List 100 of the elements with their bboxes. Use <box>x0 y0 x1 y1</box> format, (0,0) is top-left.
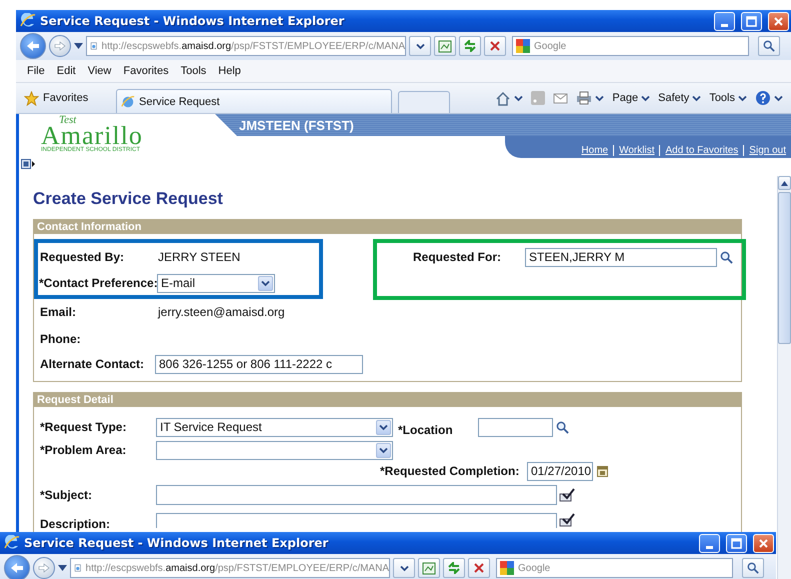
field-label: Description: <box>40 517 112 531</box>
user-name: JMSTEEN (FSTST) <box>239 118 354 132</box>
calendar-icon <box>597 465 608 477</box>
back-button[interactable] <box>20 33 46 59</box>
arrow-left-icon <box>10 562 24 574</box>
contact-preference-select[interactable]: E-mail <box>157 274 275 292</box>
star-icon <box>24 90 39 106</box>
home-icon <box>495 90 512 106</box>
alternate-contact-field[interactable]: 806 326-1255 or 806 111-2222 c <box>155 354 363 374</box>
compatibility-view-button[interactable] <box>418 558 440 578</box>
window-title: Service Request - Windows Internet Explorer <box>24 536 330 550</box>
field-label: Requested For: <box>413 250 502 264</box>
scroll-up-icon <box>781 180 788 186</box>
maximize-icon <box>746 16 757 26</box>
search-icon <box>763 40 775 52</box>
history-dropdown-button[interactable] <box>58 565 67 571</box>
menu-toggle-icon <box>21 159 35 169</box>
calendar-button[interactable] <box>597 465 608 477</box>
field-label: Alternate Contact: <box>40 357 146 371</box>
command-menu[interactable]: Tools <box>709 92 747 104</box>
browser-logo-icon <box>121 94 135 108</box>
maximize-button[interactable] <box>741 12 762 30</box>
refresh-button[interactable] <box>459 36 481 56</box>
back-button[interactable] <box>4 555 30 579</box>
caret-icon <box>379 424 388 430</box>
menu-item[interactable]: Tools <box>176 63 212 79</box>
history-dropdown-button[interactable] <box>74 43 83 49</box>
arrow-right-icon <box>54 41 66 51</box>
problem-area-select[interactable] <box>156 440 393 460</box>
compatibility-view-button[interactable] <box>434 36 456 56</box>
maximize-button[interactable] <box>726 534 747 552</box>
address-dropdown-button[interactable] <box>393 558 415 578</box>
search-button[interactable] <box>758 36 780 56</box>
close-button[interactable] <box>753 534 774 552</box>
refresh-icon <box>463 40 477 52</box>
page-chart-icon <box>438 40 452 52</box>
stop-button[interactable] <box>468 558 490 578</box>
minimize-icon <box>721 24 728 26</box>
search-field[interactable]: Google <box>496 558 733 578</box>
field-label: *Location <box>398 423 454 437</box>
stop-button[interactable] <box>484 36 506 56</box>
section-title: Request Detail <box>34 393 741 407</box>
field-label: *Subject: <box>40 488 94 502</box>
spell-check-button[interactable] <box>559 513 575 527</box>
search-button[interactable] <box>742 558 764 578</box>
home-button[interactable] <box>495 90 524 106</box>
field-label: Requested By: <box>40 250 126 264</box>
nav-link[interactable]: Add to Favorites <box>659 144 744 156</box>
scrollbar[interactable] <box>777 176 791 579</box>
nav-link[interactable]: Worklist <box>613 144 660 156</box>
minimize-button[interactable] <box>714 12 735 30</box>
location-field[interactable] <box>478 418 553 436</box>
caret-icon <box>595 94 604 102</box>
menu-item[interactable]: Edit <box>52 63 81 79</box>
printer-icon <box>576 91 592 105</box>
field-label: *Request Type: <box>40 420 128 434</box>
caret-icon <box>416 42 424 50</box>
menu-item[interactable]: Help <box>213 63 246 79</box>
address-field[interactable]: http://escpswebfs.amaisd.org/psp/FSTST/EMPLOYEE/ERP/c/MANA <box>70 558 390 578</box>
spell-check-icon <box>559 513 575 527</box>
field-label: *Contact Preference: <box>39 276 157 290</box>
print-button[interactable] <box>576 91 604 105</box>
requested-for-field[interactable]: STEEN,JERRY M <box>525 248 717 266</box>
nav-link[interactable]: Sign out <box>743 144 791 156</box>
menu-item[interactable]: Favorites <box>118 63 174 79</box>
caret-icon <box>58 565 67 571</box>
help-button[interactable] <box>755 90 783 106</box>
mail-icon <box>553 92 568 104</box>
command-menu[interactable]: Page <box>612 92 650 104</box>
forward-button[interactable] <box>33 557 55 579</box>
spell-check-icon <box>559 488 575 502</box>
refresh-button[interactable] <box>443 558 465 578</box>
command-menu[interactable]: Safety <box>658 92 702 104</box>
description-field[interactable] <box>156 513 557 528</box>
feed-icon <box>531 91 546 105</box>
address-dropdown-button[interactable] <box>409 36 431 56</box>
lookup-button[interactable] <box>720 250 733 264</box>
mail-button[interactable] <box>553 92 568 104</box>
spell-check-button[interactable] <box>559 488 575 502</box>
forward-button[interactable] <box>49 35 71 57</box>
request-type-select[interactable]: IT Service Request <box>156 418 393 436</box>
minimize-button[interactable] <box>699 534 720 552</box>
subject-field[interactable] <box>156 485 557 505</box>
menu-item[interactable]: View <box>82 63 116 79</box>
search-field[interactable]: Google <box>512 36 749 56</box>
browser-tab[interactable]: Service Request <box>116 89 392 113</box>
lookup-button[interactable] <box>556 420 569 434</box>
nav-link[interactable]: Home <box>576 144 614 156</box>
search-provider-icon <box>500 561 514 575</box>
date-field[interactable]: 01/27/2010 <box>527 462 593 480</box>
caret-icon <box>692 94 702 102</box>
close-button[interactable] <box>768 12 789 30</box>
menu-toggle-button[interactable] <box>21 159 35 169</box>
arrow-left-icon <box>26 40 40 52</box>
search-icon <box>747 562 759 574</box>
address-field[interactable]: http://escpswebfs.amaisd.org/psp/FSTST/EMPLOYEE/ERP/c/MANA <box>86 36 406 56</box>
favorites-button[interactable]: Favorites <box>20 88 110 108</box>
menu-item[interactable]: File <box>22 63 50 79</box>
close-icon <box>773 16 784 26</box>
window-title: Service Request - Windows Internet Explorer <box>40 14 346 28</box>
